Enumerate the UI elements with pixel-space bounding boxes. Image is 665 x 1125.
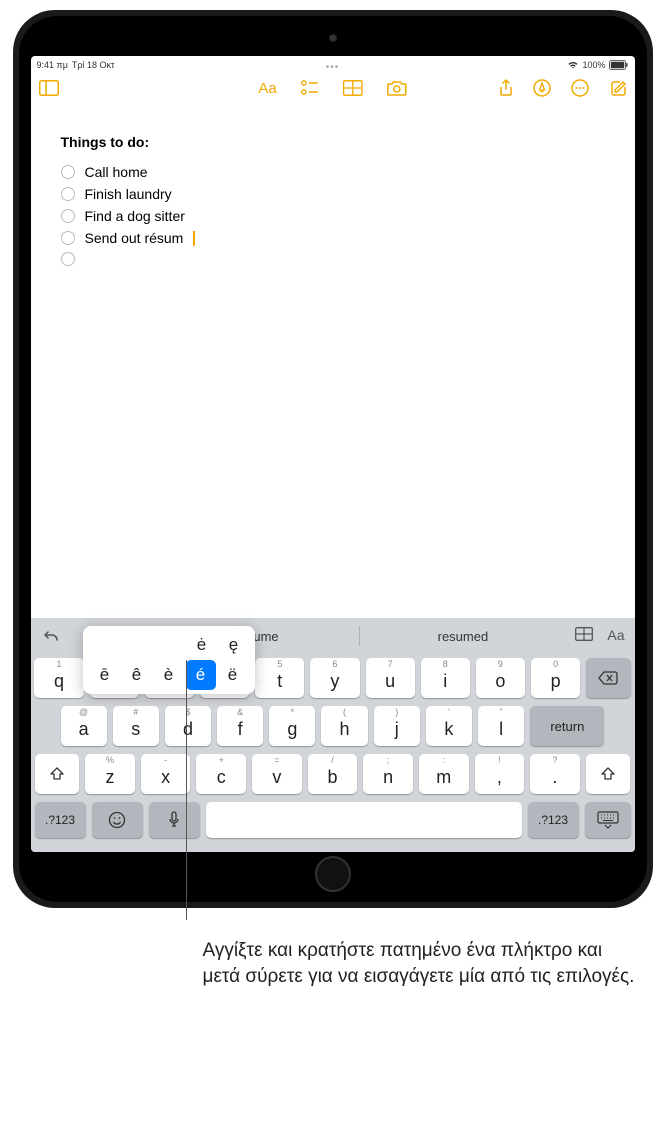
callout-line [186, 660, 187, 920]
todo-item[interactable]: Find a dog sitter [61, 208, 605, 224]
accent-option[interactable]: ę [219, 630, 249, 660]
key-numbers-right[interactable]: .?123 [528, 802, 579, 838]
accent-option[interactable]: è [154, 660, 184, 690]
key-n[interactable]: ;n [363, 754, 413, 794]
key-q[interactable]: 1q [34, 658, 83, 698]
accent-character-popup: ė ę ē ê è é ë [83, 626, 255, 694]
key-i[interactable]: 8i [421, 658, 470, 698]
compose-icon[interactable] [609, 79, 627, 97]
checkbox-icon[interactable] [61, 165, 75, 179]
key-shift-left[interactable] [35, 754, 80, 794]
more-icon[interactable] [571, 79, 589, 97]
keyboard-row-2: @a #s $d &f *g (h )j 'k "l return [35, 706, 631, 746]
nav-bar: ••• Aa [31, 72, 635, 104]
accent-option[interactable]: ê [122, 660, 152, 690]
checklist-icon[interactable] [301, 80, 319, 96]
battery-icon [609, 60, 629, 70]
accent-option-selected[interactable]: é [186, 660, 216, 690]
camera-icon[interactable] [387, 80, 407, 96]
key-b[interactable]: /b [308, 754, 358, 794]
key-c[interactable]: +c [196, 754, 246, 794]
key-m[interactable]: :m [419, 754, 469, 794]
key-u[interactable]: 7u [366, 658, 415, 698]
accent-option[interactable]: ē [90, 660, 120, 690]
key-p[interactable]: 0p [531, 658, 580, 698]
key-v[interactable]: =v [252, 754, 302, 794]
key-o[interactable]: 9o [476, 658, 525, 698]
key-t[interactable]: 5t [255, 658, 304, 698]
key-k[interactable]: 'k [426, 706, 472, 746]
key-hide-keyboard[interactable] [585, 802, 631, 838]
key-d[interactable]: $d [165, 706, 211, 746]
keyboard-row-4: .?123 .?123 [35, 802, 631, 838]
checkbox-icon[interactable] [61, 187, 75, 201]
todo-item[interactable]: Call home [61, 164, 605, 180]
key-x[interactable]: -x [141, 754, 191, 794]
key-a[interactable]: @a [61, 706, 107, 746]
ipad-frame: 9:41 πμ Τρί 18 Οκτ 100% ••• [13, 10, 653, 908]
status-date: Τρί 18 Οκτ [72, 60, 115, 70]
caption-text: Αγγίξτε και κρατήστε πατημένο ένα πλήκτρ… [23, 938, 643, 989]
camera-dot [329, 34, 337, 42]
key-h[interactable]: (h [321, 706, 367, 746]
key-y[interactable]: 6y [310, 658, 359, 698]
format-shortcut-icon[interactable]: Aa [607, 627, 624, 646]
markup-icon[interactable] [533, 79, 551, 97]
key-dictation[interactable] [149, 802, 200, 838]
key-shift-right[interactable] [586, 754, 631, 794]
key-l[interactable]: "l [478, 706, 524, 746]
status-time: 9:41 πμ [37, 60, 68, 70]
key-return[interactable]: return [530, 706, 604, 746]
checkbox-icon[interactable] [61, 252, 75, 266]
accent-option[interactable]: ë [218, 660, 248, 690]
checkbox-icon[interactable] [61, 231, 75, 245]
checkbox-icon[interactable] [61, 209, 75, 223]
key-space[interactable] [206, 802, 522, 838]
key-s[interactable]: #s [113, 706, 159, 746]
undo-icon[interactable] [37, 624, 65, 648]
screen: 9:41 πμ Τρί 18 Οκτ 100% ••• [31, 56, 635, 852]
key-comma[interactable]: !, [475, 754, 525, 794]
suggestion-word[interactable]: resumed [359, 626, 565, 646]
todo-item[interactable]: Send out résum [61, 230, 605, 246]
todo-text: Find a dog sitter [85, 208, 185, 224]
keyboard-row-3: %z -x +c =v /b ;n :m !, ?. [35, 754, 631, 794]
accent-option[interactable]: ė [187, 630, 217, 660]
key-j[interactable]: )j [374, 706, 420, 746]
key-period[interactable]: ?. [530, 754, 580, 794]
key-numbers-left[interactable]: .?123 [35, 802, 86, 838]
table-shortcut-icon[interactable] [575, 627, 593, 646]
key-f[interactable]: &f [217, 706, 263, 746]
note-content[interactable]: Things to do: Call home Finish laundry F… [31, 104, 635, 266]
sidebar-toggle-icon[interactable] [39, 80, 59, 96]
multitask-dots[interactable]: ••• [326, 62, 340, 73]
todo-item-empty[interactable] [61, 252, 605, 266]
text-cursor [193, 231, 195, 246]
battery-text: 100% [582, 60, 605, 70]
key-backspace[interactable] [586, 658, 630, 698]
key-g[interactable]: *g [269, 706, 315, 746]
key-emoji[interactable] [92, 802, 143, 838]
home-button[interactable] [315, 856, 351, 892]
share-icon[interactable] [499, 79, 513, 97]
format-text-icon[interactable]: Aa [258, 80, 276, 97]
todo-item[interactable]: Finish laundry [61, 186, 605, 202]
todo-text: Finish laundry [85, 186, 172, 202]
wifi-icon [567, 60, 579, 71]
note-title: Things to do: [61, 134, 605, 150]
key-z[interactable]: %z [85, 754, 135, 794]
table-icon[interactable] [343, 80, 363, 96]
todo-text: Send out résum [85, 230, 184, 246]
todo-text: Call home [85, 164, 148, 180]
